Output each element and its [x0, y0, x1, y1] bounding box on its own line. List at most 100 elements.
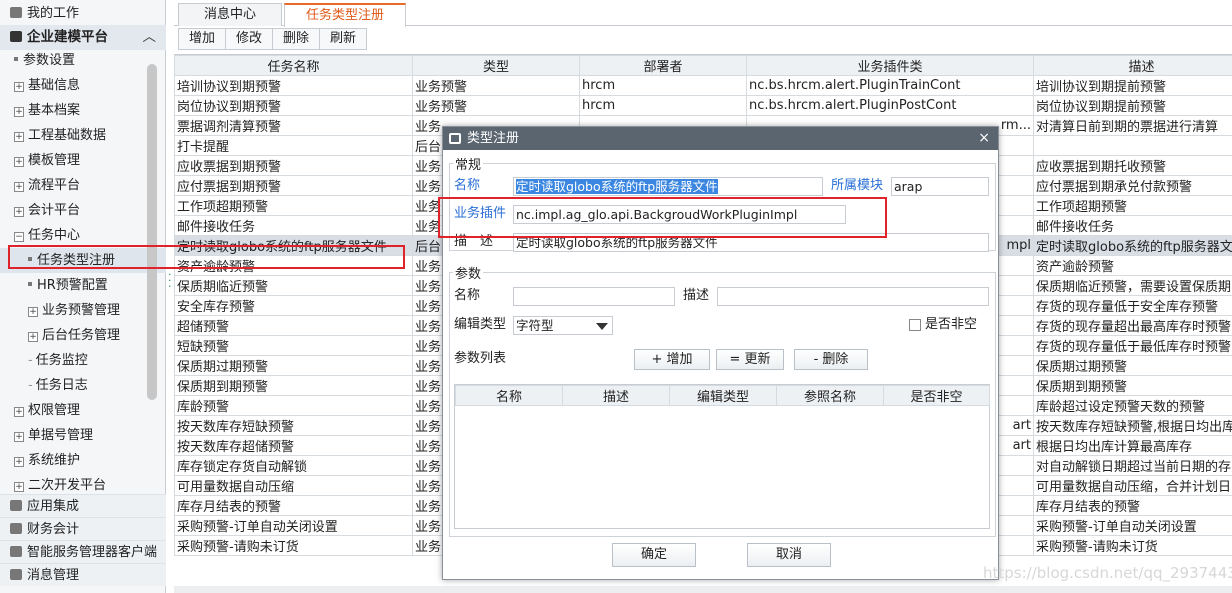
expand-icon: +: [14, 107, 24, 117]
add-button[interactable]: 增加: [179, 29, 227, 49]
param-col-desc[interactable]: 描述: [562, 385, 670, 406]
sidebar-my-work[interactable]: 我的工作: [0, 1, 166, 26]
tree-leaf-icon: -: [28, 353, 33, 368]
dialog-title-bar[interactable]: 类型注册 ×: [443, 127, 998, 150]
sidebar-item[interactable]: + 权限管理: [0, 398, 166, 423]
tab-message-center[interactable]: 消息中心: [178, 3, 282, 26]
cancel-button[interactable]: 取消: [747, 543, 831, 567]
sidebar-item[interactable]: + 流程平台: [0, 173, 166, 198]
sidebar-item[interactable]: + 系统维护: [0, 448, 166, 473]
bullet-icon: [14, 57, 18, 61]
column-header-deployer[interactable]: 部署者: [579, 55, 747, 76]
expand-icon: +: [14, 482, 24, 492]
type-register-dialog: 类型注册 × 常规 名称 定时读取globo系统的ftp服务器文件 所属模块 a…: [438, 126, 999, 580]
splitter-handle[interactable]: · · ·: [168, 269, 172, 292]
table-header-row: 任务名称 类型 部署者 业务插件类 描述: [174, 55, 1232, 76]
param-add-button[interactable]: + 增加: [634, 349, 710, 370]
param-col-ref-name[interactable]: 参照名称: [776, 385, 884, 406]
expand-icon: +: [14, 407, 24, 417]
table-cell: 采购预警-订单自动关闭设置: [1033, 515, 1232, 536]
table-row[interactable]: 岗位协议到期预警 业务预警 hrcm nc.bs.hrcm.alert.PluginP…: [174, 95, 1232, 116]
sidebar-item-label: HR预警配置: [37, 278, 108, 293]
param-col-required[interactable]: 是否非空: [883, 385, 990, 406]
param-col-edit-type[interactable]: 编辑类型: [669, 385, 777, 406]
sidebar-item-label: 任务日志: [35, 378, 88, 393]
sidebar-bottom-group[interactable]: 财务会计: [0, 517, 166, 540]
ok-button[interactable]: 确定: [612, 543, 696, 567]
briefcase-icon: [10, 7, 22, 18]
table-cell: 邮件接收任务: [174, 215, 413, 236]
delete-button[interactable]: 删除: [273, 29, 321, 49]
sidebar-item[interactable]: - 任务日志: [0, 373, 166, 398]
sidebar-group-enterprise-modeling[interactable]: 企业建模平台 ︿: [0, 25, 166, 50]
edit-button[interactable]: 修改: [226, 29, 274, 49]
sidebar-item[interactable]: + 单据号管理: [0, 423, 166, 448]
sidebar-item-label: 业务预警管理: [42, 303, 121, 318]
refresh-button[interactable]: 刷新: [320, 29, 366, 49]
expand-icon: +: [28, 332, 38, 342]
bullet-icon: [28, 282, 32, 286]
sidebar-item[interactable]: + 基本档案: [0, 98, 166, 123]
annotation-highlight-plugin: [438, 197, 887, 238]
sidebar-item[interactable]: + 工程基础数据: [0, 123, 166, 148]
table-row[interactable]: 培训协议到期预警 业务预警 hrcm nc.bs.hrcm.alert.PluginT…: [174, 75, 1232, 96]
table-cell: 应付票据到期承兑付款预警: [1033, 175, 1232, 196]
sidebar-item[interactable]: + 基础信息: [0, 73, 166, 98]
general-section-legend: 常规: [453, 154, 484, 173]
sidebar-item-label: 任务中心: [28, 228, 81, 243]
column-header-task-name[interactable]: 任务名称: [174, 55, 413, 76]
required-checkbox[interactable]: [909, 319, 921, 331]
sidebar-bottom-group[interactable]: 智能服务管理器客户端: [0, 540, 166, 563]
module-icon: [10, 569, 22, 580]
table-cell: 对清算日前到期的票据进行清算: [1033, 115, 1232, 136]
column-header-description[interactable]: 描述: [1033, 55, 1232, 76]
sidebar-item-label: 任务监控: [35, 353, 88, 368]
param-desc-field[interactable]: [717, 287, 989, 306]
platform-icon: [10, 31, 22, 42]
param-list-table[interactable]: 名称 描述 编辑类型 参照名称 是否非空: [454, 384, 990, 529]
sidebar-item[interactable]: HR预警配置: [0, 273, 166, 298]
param-update-button[interactable]: = 更新: [716, 349, 784, 370]
sidebar-item-label: 系统维护: [28, 453, 81, 468]
sidebar-bottom-group[interactable]: 应用集成: [0, 494, 166, 517]
table-cell: 存货的现存量低于最低库存时预警: [1033, 335, 1232, 356]
sidebar-item[interactable]: + 后台任务管理: [0, 323, 166, 348]
chevron-up-icon[interactable]: ︿: [143, 25, 157, 50]
sidebar-item[interactable]: - 任务监控: [0, 348, 166, 373]
sidebar-item[interactable]: 参数设置: [0, 48, 166, 73]
table-cell: 保质期过期预警: [1033, 355, 1232, 376]
table-cell: 库龄预警: [174, 395, 413, 416]
sidebar-item-label: 后台任务管理: [42, 328, 121, 343]
table-cell: 培训协议到期提前预警: [1033, 75, 1232, 96]
param-delete-button[interactable]: - 删除: [794, 349, 868, 370]
edit-type-select[interactable]: 字符型: [513, 316, 613, 335]
sidebar-scrollbar[interactable]: [147, 64, 157, 400]
column-header-type[interactable]: 类型: [412, 55, 580, 76]
table-cell: 业务预警: [412, 95, 580, 116]
sidebar-item[interactable]: + 业务预警管理: [0, 298, 166, 323]
table-cell: 可用量数据自动压缩，合并计划日: [1033, 475, 1232, 496]
sidebar-bottom-label: 应用集成: [27, 499, 80, 514]
column-header-plugin-class[interactable]: 业务插件类: [746, 55, 1034, 76]
close-icon[interactable]: ×: [978, 127, 990, 150]
module-icon: [10, 546, 22, 557]
param-col-name[interactable]: 名称: [455, 385, 563, 406]
sidebar-item-label: 模板管理: [28, 153, 81, 168]
expand-icon: +: [14, 82, 24, 92]
module-icon: [10, 523, 22, 534]
sidebar-item[interactable]: + 模板管理: [0, 148, 166, 173]
sidebar-item[interactable]: + 会计平台: [0, 198, 166, 223]
table-cell: 存货的现存量超出最高库存时预警: [1033, 315, 1232, 336]
dropdown-arrow-icon: [596, 323, 608, 330]
table-cell: 票据调剂清算预警: [174, 115, 413, 136]
module-field[interactable]: arap: [891, 177, 989, 196]
expand-icon: +: [28, 307, 38, 317]
sidebar-bottom-group[interactable]: 消息管理: [0, 563, 166, 586]
tab-task-type-register[interactable]: 任务类型注册: [284, 3, 406, 27]
table-cell: 按天数库存短缺预警,根据日均出库: [1033, 415, 1232, 436]
grid-horizontal-scrollbar[interactable]: [174, 586, 1232, 593]
sidebar: 我的工作 企业建模平台 ︿ 参数设置 + 基础信息 + 基本档案 + 工程基础数据 + 模板管理…: [0, 0, 166, 593]
name-field[interactable]: 定时读取globo系统的ftp服务器文件: [513, 177, 823, 196]
param-name-field[interactable]: [513, 287, 675, 306]
table-cell: 保质期临近预警: [174, 275, 413, 296]
